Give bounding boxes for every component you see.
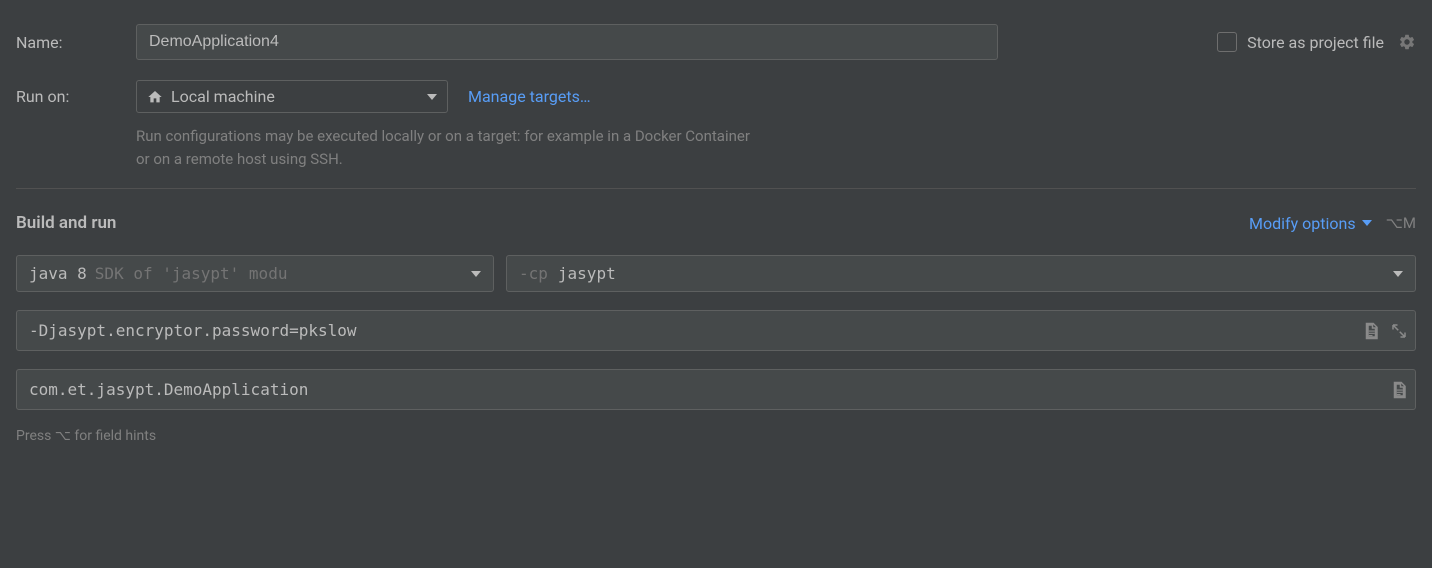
expand-icon[interactable] <box>1390 322 1408 340</box>
sdk-classpath-row: java 8 SDK of 'jasypt' modu -cp jasypt <box>16 255 1416 292</box>
home-icon <box>147 89 163 105</box>
store-as-project-wrap: Store as project file <box>1217 32 1416 52</box>
manage-targets-link[interactable]: Manage targets… <box>468 87 591 106</box>
sdk-dropdown[interactable]: java 8 SDK of 'jasypt' modu <box>16 255 494 292</box>
main-class-icons <box>1390 381 1408 399</box>
run-on-label: Run on: <box>16 87 136 106</box>
build-and-run-header: Build and run Modify options ⌥M <box>16 213 1416 233</box>
document-icon[interactable] <box>1390 381 1408 399</box>
chevron-down-icon <box>471 269 481 279</box>
modify-options-label: Modify options <box>1249 214 1356 233</box>
name-label: Name: <box>16 33 136 52</box>
classpath-flag: -cp <box>519 264 548 283</box>
modify-options-link[interactable]: Modify options <box>1249 214 1372 233</box>
classpath-dropdown[interactable]: -cp jasypt <box>506 255 1416 292</box>
main-class-input[interactable] <box>16 369 1416 410</box>
footer-hint: Press ⌥ for field hints <box>16 428 1416 444</box>
chevron-down-icon <box>1362 218 1372 228</box>
classpath-value: jasypt <box>558 264 616 283</box>
section-divider <box>16 188 1416 189</box>
vm-options-input[interactable] <box>16 310 1416 351</box>
chevron-down-icon <box>1393 269 1403 279</box>
vm-options-icons <box>1362 322 1408 340</box>
chevron-down-icon <box>427 92 437 102</box>
gear-icon[interactable] <box>1398 33 1416 51</box>
run-on-dropdown[interactable]: Local machine <box>136 80 448 113</box>
run-on-row: Run on: Local machine Manage targets… <box>16 80 1416 113</box>
build-and-run-title: Build and run <box>16 213 116 233</box>
name-row: Name: Store as project file <box>16 24 1416 60</box>
document-icon[interactable] <box>1362 322 1380 340</box>
main-class-wrap <box>16 369 1416 410</box>
vm-options-wrap <box>16 310 1416 351</box>
modify-options-shortcut: ⌥M <box>1386 214 1416 232</box>
store-as-project-checkbox[interactable] <box>1217 32 1237 52</box>
sdk-primary: java 8 <box>29 264 87 283</box>
store-as-project-label: Store as project file <box>1247 33 1384 52</box>
run-on-hint: Run configurations may be executed local… <box>136 125 756 170</box>
sdk-secondary: SDK of 'jasypt' modu <box>95 264 288 283</box>
run-on-selected: Local machine <box>171 87 275 106</box>
name-input[interactable] <box>136 24 998 60</box>
